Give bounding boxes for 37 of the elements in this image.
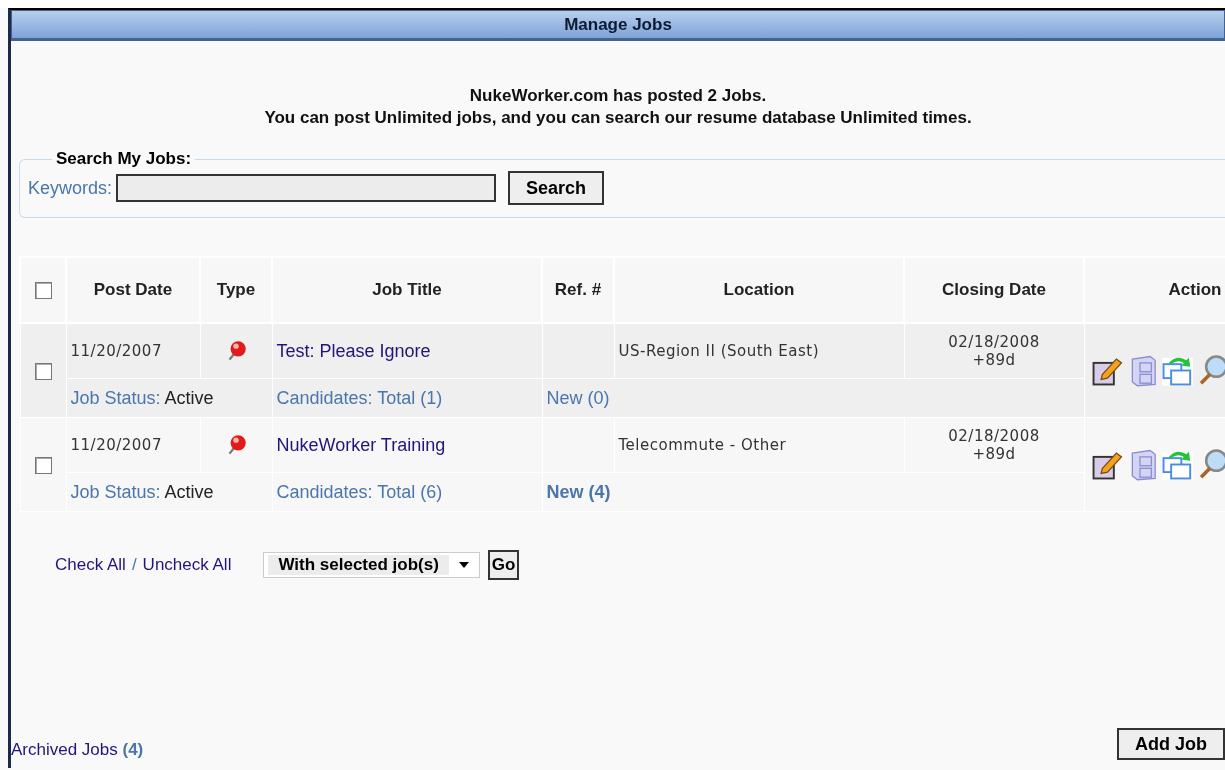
row-checkbox[interactable] <box>34 456 52 474</box>
select-all-checkbox[interactable] <box>34 282 52 299</box>
column-header: Closing Date <box>904 257 1084 323</box>
search-button[interactable]: Search <box>508 171 605 205</box>
column-header: Job Title <box>272 257 542 323</box>
post-date-cell: 11/20/2007 <box>66 323 200 379</box>
closing-date-cell-text: 02/18/2008 <box>947 333 1041 351</box>
days-left-cell-text: +89d <box>971 351 1017 369</box>
column-header: Location <box>614 257 904 323</box>
location-cell: US-Region II (South East) <box>614 323 904 379</box>
caret-icon <box>458 562 469 568</box>
keywords-label: Keywords: <box>28 177 113 199</box>
column-header: Ref. # <box>542 257 614 323</box>
archived-jobs-link[interactable]: Archived Jobs (4) <box>11 740 144 760</box>
check-all-link[interactable]: Check All <box>55 555 126 575</box>
panel-title: Manage Jobs <box>564 14 672 35</box>
job-status: Job Status: Active <box>70 387 214 408</box>
days-left-cell-text: +89d <box>971 445 1017 463</box>
new-candidates-link[interactable]: New (4) <box>546 481 611 502</box>
search-legend: Search My Jobs: <box>52 149 196 169</box>
link-separator: / <box>131 555 137 575</box>
bulk-action-select[interactable]: With selected job(s) <box>263 552 480 578</box>
add-job-button[interactable]: Add Job <box>1117 728 1225 760</box>
post-date-cell: 11/20/2007 <box>66 417 200 473</box>
intro-text: You can post Unlimited jobs, and you can search our resume database Unlimited times. <box>263 107 973 129</box>
go-button[interactable]: Go <box>487 550 520 580</box>
column-header: Action <box>1084 257 1225 323</box>
uncheck-all-link[interactable]: Uncheck All <box>142 555 232 575</box>
column-header: Post Date <box>66 257 200 323</box>
job-status: Job Status: Active <box>70 481 214 502</box>
location-cell: Telecommute - Other <box>614 417 904 473</box>
new-candidates-link[interactable]: New (0) <box>546 387 610 408</box>
closing-date-cell-text: 02/18/2008 <box>947 427 1041 445</box>
column-header: Type <box>200 257 272 323</box>
intro-text: NukeWorker.com has posted 2 Jobs. <box>468 85 768 107</box>
row-checkbox[interactable] <box>34 362 52 380</box>
keywords-field[interactable] <box>116 174 497 202</box>
